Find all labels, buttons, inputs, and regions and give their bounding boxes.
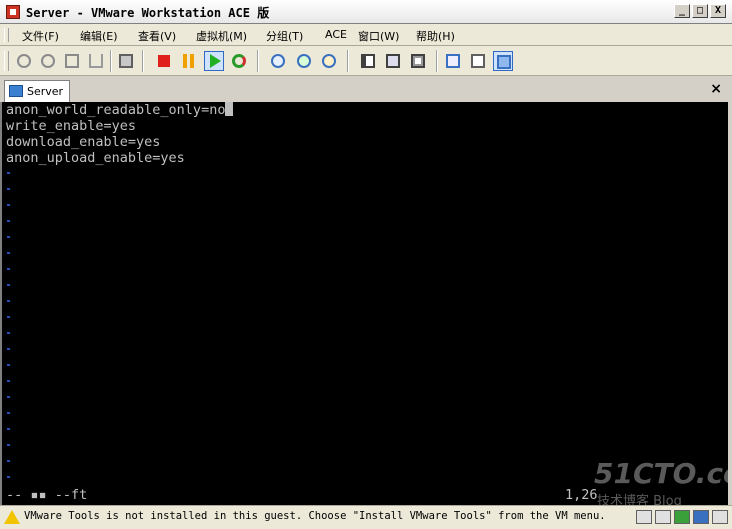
watermark-logo: 51CTO.com [594, 457, 728, 490]
terminal-line: anon_upload_enable=yes [6, 150, 185, 166]
menu-help[interactable]: 帮助(H) [416, 28, 455, 44]
tilde-marker [7, 220, 10, 222]
menu-bar: 文件(F) 编辑(E) 查看(V) 虚拟机(M) 分组(T) ACE 窗口(W)… [0, 24, 732, 46]
menu-windows[interactable]: 窗口(W) [358, 28, 399, 44]
suspend-button[interactable] [179, 51, 199, 71]
team-resume-icon[interactable] [62, 51, 82, 71]
tilde-marker [7, 412, 10, 414]
toolbar-separator [110, 50, 112, 72]
tilde-marker [7, 284, 10, 286]
menu-vm[interactable]: 虚拟机(M) [196, 28, 247, 44]
console-view-icon[interactable] [493, 51, 513, 71]
team-reset-icon[interactable] [86, 51, 106, 71]
close-tab-icon[interactable]: × [710, 82, 722, 96]
snapshot-manager-icon[interactable] [319, 51, 339, 71]
warning-icon [4, 510, 20, 524]
vm-console[interactable]: anon_world_readable_only=no write_enable… [0, 102, 728, 505]
cursor-position: 1,26 [565, 487, 598, 503]
vmware-app-icon[interactable] [6, 5, 20, 19]
tab-bar: Server × [0, 78, 732, 102]
vim-mode-line: -- ▪▪ --ft [6, 487, 88, 503]
tilde-marker [7, 172, 10, 174]
toolbar-separator [347, 50, 349, 72]
terminal-line: write_enable=yes [6, 118, 137, 134]
title-bar: Server - VMware Workstation ACE 版 _ □ X [0, 0, 732, 24]
window-controls: _ □ X [674, 4, 726, 18]
text-cursor [225, 102, 234, 116]
tilde-marker [7, 364, 10, 366]
maximize-button[interactable]: □ [692, 4, 708, 18]
tilde-marker [7, 332, 10, 334]
show-sidebar-icon[interactable] [358, 51, 378, 71]
tab-label: Server [27, 85, 64, 98]
usb-icon[interactable] [712, 510, 728, 524]
menu-ace[interactable]: ACE [325, 28, 347, 41]
reset-button[interactable] [229, 51, 249, 71]
summary-view-icon[interactable] [443, 51, 463, 71]
menu-grip [4, 28, 9, 42]
tilde-marker [7, 316, 10, 318]
toolbar-separator [142, 50, 144, 72]
tilde-marker [7, 268, 10, 270]
tilde-marker [7, 380, 10, 382]
network-icon[interactable] [674, 510, 690, 524]
menu-view[interactable]: 查看(V) [138, 28, 176, 44]
minimize-button[interactable]: _ [674, 4, 690, 18]
device-icons [636, 510, 728, 524]
tilde-marker [7, 204, 10, 206]
tilde-marker [7, 188, 10, 190]
appliance-view-icon[interactable] [468, 51, 488, 71]
tab-server[interactable]: Server [4, 80, 70, 102]
tilde-marker [7, 300, 10, 302]
vm-icon [9, 85, 23, 97]
menu-file[interactable]: 文件(F) [22, 28, 59, 44]
tilde-marker [7, 236, 10, 238]
menu-edit[interactable]: 编辑(E) [80, 28, 118, 44]
menu-team[interactable]: 分组(T) [266, 28, 303, 44]
power-off-button[interactable] [154, 51, 174, 71]
tilde-marker [7, 348, 10, 350]
sound-icon[interactable] [693, 510, 709, 524]
toolbar-grip [4, 51, 9, 71]
tilde-marker [7, 428, 10, 430]
tilde-marker [7, 476, 10, 478]
terminal-line: download_enable=yes [6, 134, 161, 150]
window-title: Server - VMware Workstation ACE 版 [26, 6, 270, 20]
terminal-line: anon_world_readable_only=no [6, 102, 234, 118]
snapshot-icon[interactable] [116, 51, 136, 71]
toolbar-separator [257, 50, 259, 72]
tilde-marker [7, 460, 10, 462]
take-snapshot-icon[interactable] [268, 51, 288, 71]
status-message: VMware Tools is not installed in this gu… [24, 510, 606, 522]
team-suspend-icon[interactable] [38, 51, 58, 71]
tilde-marker [7, 252, 10, 254]
toolbar-separator [436, 50, 438, 72]
power-on-button[interactable] [204, 51, 224, 71]
close-button[interactable]: X [710, 4, 726, 18]
revert-snapshot-icon[interactable] [294, 51, 314, 71]
status-bar: VMware Tools is not installed in this gu… [0, 505, 732, 529]
toolbar [0, 46, 732, 76]
hard-disk-icon[interactable] [636, 510, 652, 524]
full-screen-icon[interactable] [408, 51, 428, 71]
cdrom-icon[interactable] [655, 510, 671, 524]
quick-switch-icon[interactable] [383, 51, 403, 71]
team-power-icon[interactable] [14, 51, 34, 71]
tilde-marker [7, 396, 10, 398]
tilde-marker [7, 444, 10, 446]
watermark-subtitle: 技术博客 Blog [597, 494, 682, 505]
